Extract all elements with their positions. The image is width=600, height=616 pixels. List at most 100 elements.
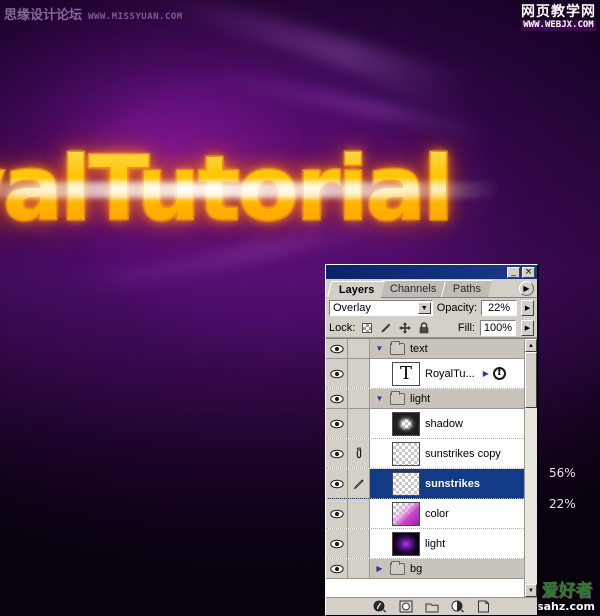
layer-row-sunstrikes-copy[interactable]: sunstrikes copy — [326, 439, 524, 469]
lock-image-icon[interactable] — [379, 321, 393, 335]
layer-name: sunstrikes copy — [425, 447, 501, 460]
chevron-down-icon[interactable]: ▼ — [374, 393, 385, 404]
layer-rows: ▼ text T RoyalTu... ▶ f ▼ light shadow s… — [326, 339, 524, 597]
lock-transparency-icon[interactable] — [360, 321, 374, 335]
visibility-toggle[interactable] — [326, 559, 348, 578]
tab-layers-label: Layers — [339, 283, 375, 296]
tab-paths-label: Paths — [452, 283, 481, 295]
layer-row-text-group[interactable]: ▼ text — [326, 339, 524, 359]
layer-row-sunstrikes[interactable]: sunstrikes — [326, 469, 524, 499]
link-icon[interactable] — [348, 439, 370, 468]
link-toggle[interactable] — [348, 499, 370, 528]
visibility-toggle[interactable] — [326, 359, 348, 388]
layer-row-bg-group[interactable]: ▶ bg — [326, 559, 524, 579]
tab-channels[interactable]: Channels — [378, 280, 449, 297]
lock-position-icon[interactable] — [398, 321, 412, 335]
scroll-down-icon[interactable]: ▼ — [525, 584, 537, 597]
layer-thumbnail[interactable] — [392, 471, 420, 496]
scroll-up-icon[interactable]: ▲ — [525, 339, 537, 352]
layer-thumbnail[interactable]: T — [392, 361, 420, 386]
layer-mask-button[interactable] — [398, 600, 413, 614]
chevron-right-icon[interactable]: ▶ — [374, 563, 385, 574]
blend-mode-value: Overlay — [333, 302, 371, 314]
new-layer-button[interactable] — [476, 600, 491, 614]
visibility-toggle[interactable] — [326, 439, 348, 468]
fill-label: Fill: — [457, 321, 475, 334]
layer-name: shadow — [425, 417, 463, 430]
chevron-right-icon[interactable]: ▶ — [483, 369, 489, 378]
active-brush-icon[interactable] — [348, 469, 370, 498]
adjustment-layer-button[interactable] — [450, 600, 465, 614]
folder-icon — [390, 560, 405, 575]
visibility-toggle[interactable] — [326, 409, 348, 438]
layer-thumbnail[interactable] — [392, 441, 420, 466]
fx-icon[interactable]: f — [492, 367, 506, 380]
link-toggle[interactable] — [348, 359, 370, 388]
link-toggle[interactable] — [348, 339, 370, 358]
visibility-toggle[interactable] — [326, 529, 348, 558]
panel-menu-icon[interactable]: ▶ — [519, 281, 534, 296]
layer-row-content: sunstrikes copy — [370, 439, 524, 468]
tab-paths[interactable]: Paths — [440, 280, 493, 297]
layer-row-content: shadow — [370, 409, 524, 438]
lock-label: Lock: — [329, 321, 356, 334]
tab-channels-label: Channels — [390, 283, 437, 295]
layer-row-light[interactable]: light — [326, 529, 524, 559]
link-toggle[interactable] — [348, 409, 370, 438]
layer-row-content: sunstrikes — [370, 469, 524, 498]
folder-icon — [390, 340, 405, 355]
lock-row: Lock: Fill: 100% ▶ — [326, 318, 537, 338]
layer-row-content: color — [370, 499, 524, 528]
layer-effects: ▶ f — [483, 367, 506, 380]
link-toggle[interactable] — [348, 389, 370, 408]
new-group-button[interactable] — [424, 600, 439, 614]
layer-row-content: ▼ text — [370, 339, 524, 358]
opacity-stepper-icon[interactable]: ▶ — [521, 300, 534, 316]
visibility-toggle[interactable] — [326, 389, 348, 408]
blend-mode-select[interactable]: Overlay ▼ — [329, 300, 433, 316]
layer-list-scrollbar[interactable]: ▲ ▼ — [524, 339, 537, 597]
thumbnail-art — [393, 502, 419, 525]
layer-row-content: ▼ light — [370, 389, 524, 408]
close-button[interactable]: × — [522, 266, 535, 278]
artwork-title-fill: yalTutorial — [0, 139, 454, 239]
blend-opacity-row: Overlay ▼ Opacity: 22% ▶ — [326, 298, 537, 318]
layer-name: light — [410, 392, 431, 405]
layer-name: text — [410, 342, 428, 355]
annotation-sunstrikes-copy-opacity: 56% — [549, 466, 576, 480]
layer-list: ▼ text T RoyalTu... ▶ f ▼ light shadow s… — [326, 338, 537, 597]
layer-name: sunstrikes — [425, 477, 481, 490]
layer-row-color[interactable]: color — [326, 499, 524, 529]
layer-name: light — [425, 537, 446, 550]
layer-row-royaltutorial[interactable]: T RoyalTu... ▶ f — [326, 359, 524, 389]
tab-layers[interactable]: Layers — [326, 281, 386, 298]
visibility-toggle[interactable] — [326, 469, 348, 498]
panel-titlebar[interactable]: _ × — [326, 265, 537, 279]
opacity-input[interactable]: 22% — [481, 300, 518, 316]
layer-name: color — [425, 507, 449, 520]
chevron-down-icon[interactable]: ▼ — [374, 343, 385, 354]
layer-thumbnail[interactable] — [392, 501, 420, 526]
annotation-sunstrikes-opacity: 22% — [549, 497, 576, 511]
layers-panel: _ × Layers Channels Paths ▶ Overlay ▼ Op… — [325, 264, 538, 616]
thumbnail-art — [393, 532, 419, 555]
layer-name: bg — [410, 562, 423, 575]
chevron-down-icon[interactable]: ▼ — [417, 302, 431, 314]
fill-stepper-icon[interactable]: ▶ — [521, 319, 534, 336]
folder-icon — [390, 390, 405, 405]
layer-row-shadow[interactable]: shadow — [326, 409, 524, 439]
layer-style-button[interactable] — [372, 600, 387, 614]
scrollbar-track[interactable] — [525, 408, 537, 584]
link-toggle[interactable] — [348, 529, 370, 558]
scrollbar-thumb[interactable] — [525, 352, 537, 408]
link-toggle[interactable] — [348, 559, 370, 578]
fill-input[interactable]: 100% — [480, 319, 516, 336]
layer-row-light-group[interactable]: ▼ light — [326, 389, 524, 409]
lock-all-icon[interactable] — [417, 321, 431, 335]
layer-thumbnail[interactable] — [392, 411, 420, 436]
layer-thumbnail[interactable] — [392, 531, 420, 556]
visibility-toggle[interactable] — [326, 499, 348, 528]
layer-row-content: T RoyalTu... ▶ f — [370, 359, 524, 388]
visibility-toggle[interactable] — [326, 339, 348, 358]
minimize-button[interactable]: _ — [507, 266, 520, 278]
